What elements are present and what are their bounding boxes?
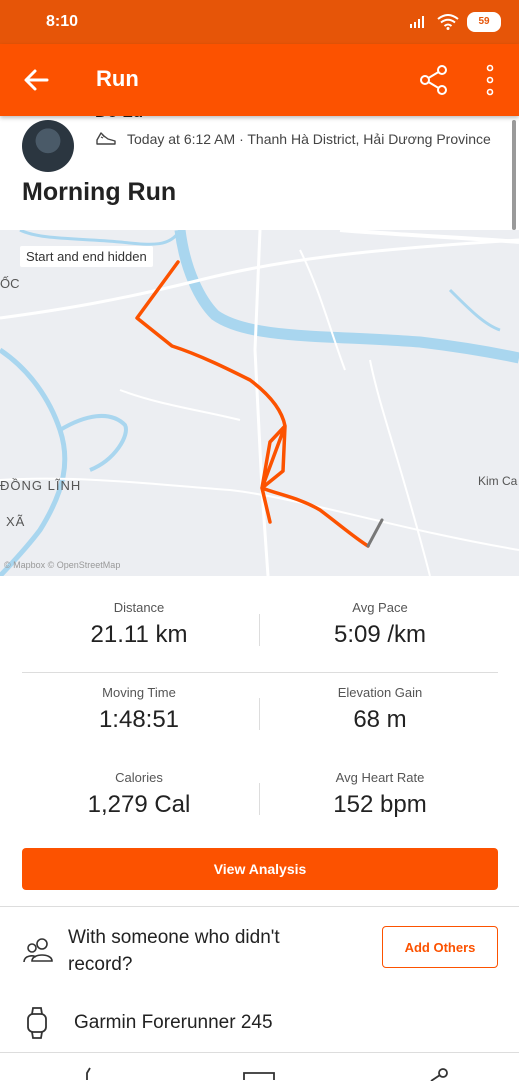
- stat-elevation-gain: Elevation Gain 68 m: [260, 685, 500, 734]
- avatar[interactable]: [22, 120, 74, 172]
- device-name: Garmin Forerunner 245: [74, 1012, 273, 1033]
- watch-icon: [27, 1007, 47, 1039]
- scrollbar[interactable]: [512, 120, 516, 230]
- back-arrow-icon[interactable]: [22, 66, 50, 94]
- stat-label: Avg Heart Rate: [335, 770, 425, 785]
- with-someone-row: With someone who didn't record? Add Othe…: [0, 920, 519, 980]
- kudos-icon[interactable]: [76, 1067, 98, 1081]
- map-label-lower-left: XÃ: [6, 514, 26, 529]
- stat-value: 5:09 /km: [333, 621, 427, 648]
- stat-value: 1,279 Cal: [87, 791, 191, 818]
- status-time: 8:10: [46, 13, 79, 30]
- wifi-icon: [437, 14, 459, 30]
- activity-title: Morning Run: [22, 178, 177, 206]
- stat-moving-time: Moving Time 1:48:51: [19, 685, 259, 734]
- map-canvas: [0, 230, 519, 576]
- stat-calories: Calories 1,279 Cal: [19, 770, 259, 819]
- section-divider: [0, 906, 519, 907]
- signal-icon: [410, 16, 424, 28]
- stat-label: Distance: [113, 600, 165, 615]
- status-bar: 8:10 59: [0, 0, 519, 44]
- map-label-top-left: ỐC: [0, 276, 20, 291]
- shoe-icon: [96, 132, 116, 145]
- page-title: Run: [96, 66, 139, 91]
- activity-meta: Today at 6:12 AM · Thanh Hà District, Hả…: [95, 130, 491, 148]
- bottom-action-bar: [0, 1053, 519, 1081]
- people-icon: [23, 938, 53, 963]
- app-bar: Run: [0, 44, 519, 116]
- stat-value: 1:48:51: [98, 706, 180, 733]
- stat-avg-pace: Avg Pace 5:09 /km: [260, 600, 500, 649]
- more-vert-icon[interactable]: [482, 64, 498, 96]
- map-label-mid-left: ĐỒNG LĨNH: [0, 478, 82, 493]
- status-icons: 59: [409, 12, 501, 32]
- stat-label: Avg Pace: [352, 600, 408, 615]
- map-label-right: Kim Ca: [478, 474, 518, 488]
- view-analysis-button[interactable]: View Analysis: [22, 848, 498, 890]
- route-map[interactable]: Start and end hidden ỐC ĐỒNG LĨNH XÃ Kim…: [0, 230, 519, 576]
- stat-row-divider: [22, 672, 498, 673]
- device-row[interactable]: Garmin Forerunner 245: [0, 1000, 519, 1046]
- stat-value: 68 m: [353, 706, 407, 733]
- share-icon[interactable]: [418, 64, 450, 96]
- with-someone-text: With someone who didn't record?: [68, 927, 280, 975]
- stat-distance: Distance 21.11 km: [19, 600, 259, 649]
- privacy-badge: Start and end hidden: [20, 246, 153, 267]
- map-attribution[interactable]: © Mapbox © OpenStreetMap: [4, 560, 120, 570]
- stat-value: 152 bpm: [333, 791, 427, 818]
- stats-grid: Distance 21.11 km Avg Pace 5:09 /km Movi…: [0, 576, 519, 846]
- share-action-icon[interactable]: [426, 1067, 450, 1081]
- activity-header: Đỗ Lữ Today at 6:12 AM · Thanh Hà Distri…: [0, 102, 519, 230]
- stat-label: Calories: [115, 770, 163, 785]
- stat-label: Elevation Gain: [337, 685, 423, 700]
- stat-value: 21.11 km: [90, 621, 188, 648]
- battery-icon: 59: [467, 12, 501, 32]
- activity-meta-text: Today at 6:12 AM · Thanh Hà District, Hả…: [127, 131, 491, 147]
- add-others-button[interactable]: Add Others: [382, 926, 498, 968]
- stat-label: Moving Time: [102, 685, 176, 700]
- stat-avg-heart-rate: Avg Heart Rate 152 bpm: [260, 770, 500, 819]
- route-hidden-end: [366, 518, 384, 548]
